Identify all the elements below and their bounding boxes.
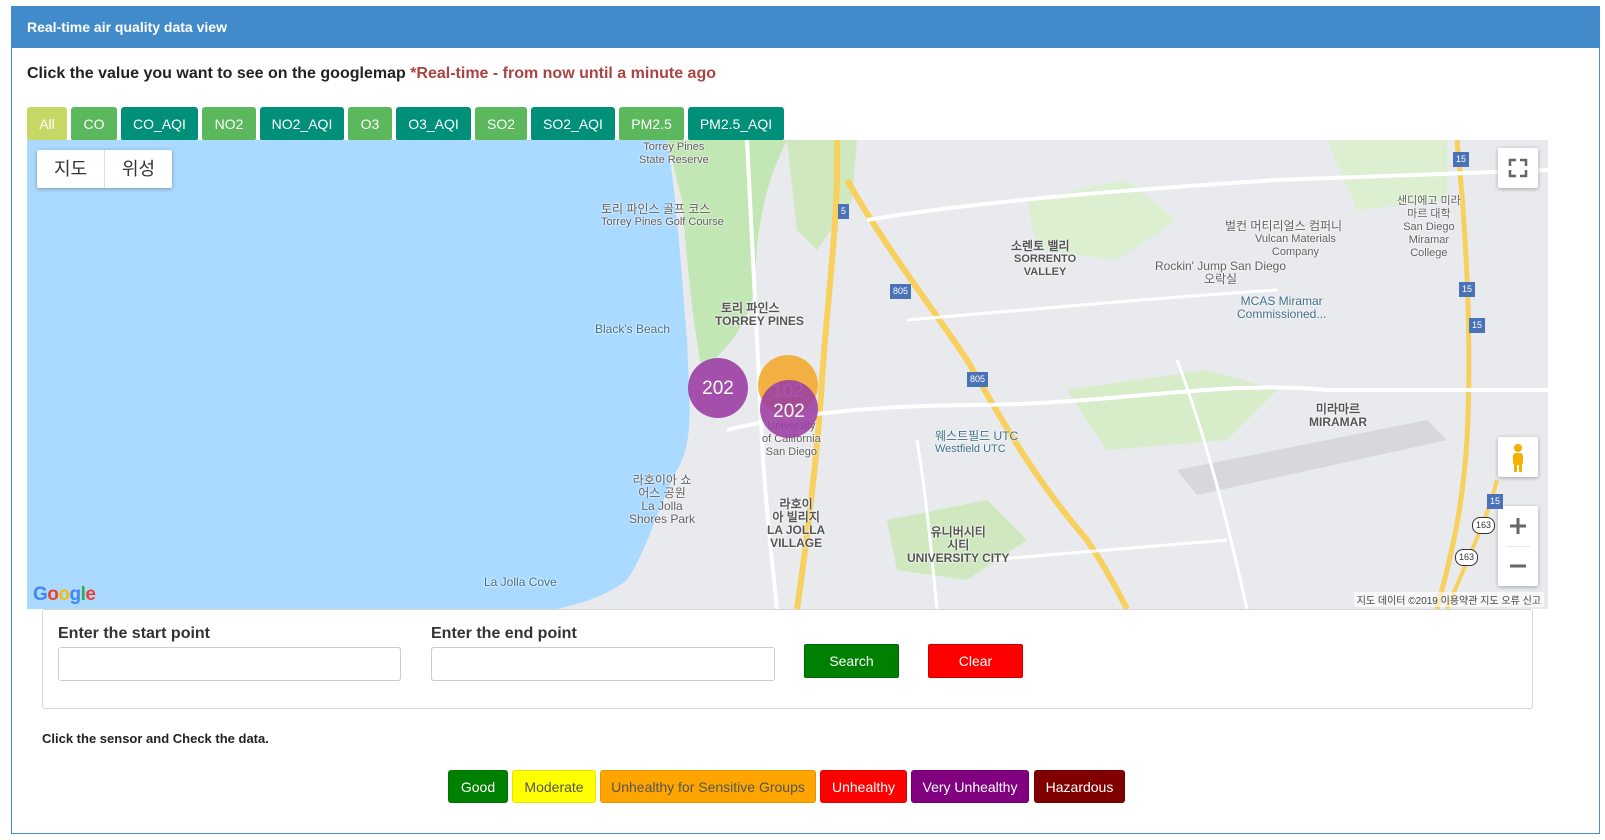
start-point-label: Enter the start point [58,625,211,642]
zoom-in-button[interactable] [1498,506,1538,546]
realtime-note: *Real-time - from now until a minute ago [410,65,716,82]
filter-so2-aqi-button[interactable]: SO2_AQI [531,107,615,141]
map-label-rockin-jump: Rockin' Jump San Diego 오락실 [1155,259,1287,286]
map-label-vulcan-ko: 벌컨 머티리얼스 컴퍼니 [1225,219,1343,233]
map-label-golf-en: Torrey Pines Golf Course [601,216,724,228]
map-label-miramar: 미라마르 MIRAMAR [1309,402,1367,429]
map-instruction: Click the value you want to see on the g… [27,65,716,83]
google-logo: Google [33,584,96,605]
end-point-label: Enter the end point [431,625,577,642]
ocean-area [27,140,690,609]
aqi-cluster-marker[interactable]: 202 [688,358,748,418]
filter-co-aqi-button[interactable]: CO_AQI [121,107,198,141]
map-label-mcas-miramar: MCAS Miramar Commissioned... [1237,294,1327,321]
aqi-cluster-marker[interactable]: 202 [760,380,818,438]
map-label-vulcan-en: Vulcan Materials Company [1255,233,1336,258]
highway-shield-15-c: 15 [1469,318,1486,333]
highway-shield-805-a: 805 [890,284,912,299]
map-label-sorrento-en: SORRENTO VALLEY [1014,253,1077,278]
end-point-input[interactable] [431,647,775,681]
filter-so2-button[interactable]: SO2 [475,107,527,141]
highway-shield-15-a: 15 [1453,152,1470,167]
panel-title: Real-time air quality data view [12,7,1599,48]
filter-no2-aqi-button[interactable]: NO2_AQI [260,107,344,141]
map-label-blacks-beach: Black's Beach [595,322,670,336]
pegman-icon [1513,444,1523,472]
cluster-value: 202 [702,377,734,399]
map-type-toggle: 지도 위성 [37,150,172,188]
filter-o3-aqi-button[interactable]: O3_AQI [396,107,471,141]
cluster-value: 202 [773,401,805,422]
legend-hazardous: Hazardous [1034,770,1125,803]
map-label-westfield-ko: 웨스트필드 UTC [935,429,1019,443]
legend-good: Good [448,770,508,803]
instruction-text: Click the value you want to see on the g… [27,65,406,82]
map-label-university-city: 유니버시티 시티 UNIVERSITY CITY [907,525,1010,565]
filter-o3-button[interactable]: O3 [348,107,392,141]
map-label-westfield-en: Westfield UTC [935,443,1006,455]
map-label-torrey-state: Torrey Pines State Reserve [639,141,709,166]
highway-shield-163-b: 163 [1455,549,1479,566]
legend-very-unhealthy: Very Unhealthy [911,770,1029,803]
start-point-input[interactable] [58,647,401,681]
air-quality-panel: Real-time air quality data view Click th… [11,6,1600,834]
satellite-view-button[interactable]: 위성 [105,150,172,188]
map-attribution: 지도 데이터 ©2019 이용약관 지도 오류 신고 [1353,592,1544,607]
google-map[interactable]: 지도 위성 Torrey Pines State Reserve 토리 파인스 … [27,140,1548,609]
map-label-golf-ko: 토리 파인스 골프 코스 [601,202,711,216]
fullscreen-button[interactable] [1498,148,1538,188]
zoom-control [1498,506,1538,586]
map-label-sorrento-ko: 소렌토 밸리 [1011,239,1070,253]
highway-shield-5: 5 [838,204,850,219]
filter-pm25-button[interactable]: PM2.5 [619,107,684,141]
filter-all-button[interactable]: All [27,107,67,141]
street-view-button[interactable] [1498,437,1538,477]
zoom-out-button[interactable] [1498,546,1538,586]
filter-no2-button[interactable]: NO2 [202,107,256,141]
fullscreen-icon [1508,158,1528,178]
map-label-lajolla-shores: 라호이아 쇼 어스 공원 La Jolla Shores Park [629,473,696,526]
highway-shield-163-a: 163 [1472,517,1496,534]
map-label-lajolla-village: 라호이 아 빌리지 LA JOLLA VILLAGE [767,497,826,550]
map-label-torrey-en: TORREY PINES [715,314,804,328]
minus-icon [1510,564,1526,568]
plus-icon [1510,518,1526,534]
legend-moderate: Moderate [512,770,596,803]
map-label-lajolla-cove: La Jolla Cove [484,575,557,589]
highway-shield-15-d: 15 [1487,494,1504,509]
sensor-help-text: Click the sensor and Check the data. [42,731,269,746]
legend-unhealthy: Unhealthy [820,770,907,803]
filter-pm25-aqi-button[interactable]: PM2.5_AQI [688,107,784,141]
route-search-form: Enter the start point Enter the end poin… [42,609,1533,709]
highway-shield-15-b: 15 [1459,282,1476,297]
highway-shield-805-b: 805 [967,372,989,387]
map-label-miramar-college: 샌디에고 미라 마르 대학 San Diego Miramar College [1397,195,1461,259]
map-view-button[interactable]: 지도 [37,150,105,188]
filter-co-button[interactable]: CO [71,107,117,141]
legend-unhealthy-sensitive: Unhealthy for Sensitive Groups [600,770,816,803]
search-button[interactable]: Search [804,644,899,678]
clear-button[interactable]: Clear [928,644,1023,678]
